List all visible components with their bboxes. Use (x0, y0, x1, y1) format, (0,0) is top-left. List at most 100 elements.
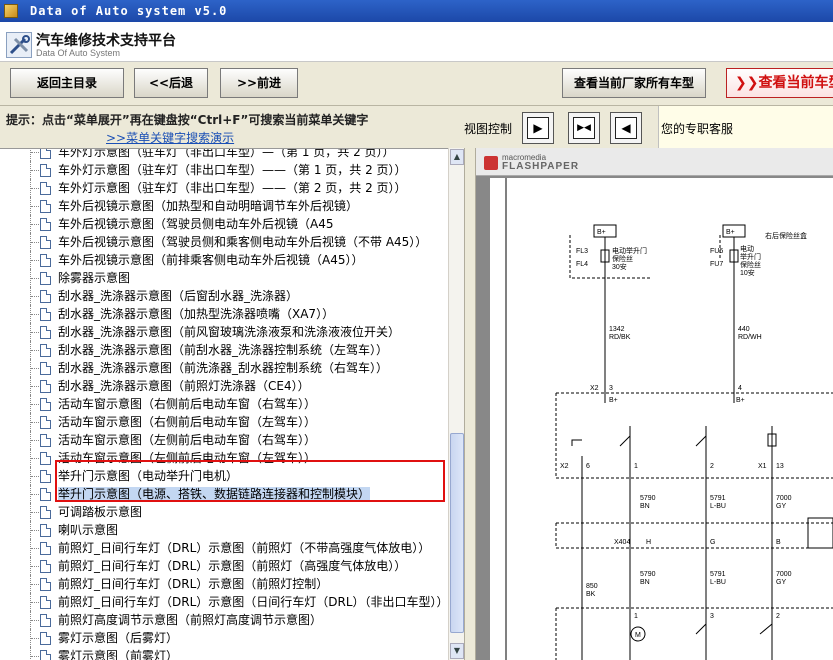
tree-scrollbar[interactable]: ▲ ▼ (448, 148, 464, 660)
forward-button[interactable]: >>前进 (220, 68, 298, 98)
pane-splitter[interactable] (464, 148, 476, 660)
tree-item[interactable]: 喇叭示意图 (0, 521, 448, 539)
document-icon (40, 254, 51, 267)
tree-item[interactable]: 活动车窗示意图（右侧前后电动车窗（左驾车）） (0, 413, 448, 431)
svg-text:RD/WH: RD/WH (738, 334, 762, 341)
svg-text:L-BU: L-BU (710, 579, 726, 586)
tree-item[interactable]: 车外后视镜示意图（驾驶员侧电动车外后视镜（A45 (0, 215, 448, 233)
search-demo-link[interactable]: >>菜单关键字搜索演示 (106, 129, 234, 146)
tools-logo-icon (6, 32, 32, 58)
tree-item-label: 刮水器_洗涤器示意图（前风窗玻璃洗涤液泵和洗涤液液位开关） (58, 325, 401, 339)
tree-item[interactable]: 刮水器_洗涤器示意图（前照灯洗涤器（CE4）） (0, 377, 448, 395)
tree-item-label: 车外灯示意图（驻车灯（非出口车型）—（第 1 页，共 2 页）） (58, 148, 395, 159)
flashpaper-logo-icon (484, 156, 498, 170)
tree-line (31, 152, 39, 153)
tree-item[interactable]: 前照灯_日间行车灯（DRL）示意图（日间行车灯（DRL）（非出口车型）） (0, 593, 449, 611)
split-view-button[interactable]: ▶◀ (568, 112, 600, 144)
document-icon (40, 218, 51, 231)
view-current-model-label: 查看当前车型 (758, 75, 833, 91)
svg-text:6: 6 (586, 463, 590, 470)
tree-line (31, 584, 39, 585)
document-icon (40, 416, 51, 429)
tree-line (31, 386, 39, 387)
view-current-model-button[interactable]: ❯❯查看当前车型 (726, 68, 833, 98)
svg-text:B+: B+ (609, 397, 618, 404)
tree-line (31, 260, 39, 261)
svg-text:2: 2 (776, 613, 780, 620)
tree-item[interactable]: 车外后视镜示意图（驾驶员侧和乘客侧电动车外后视镜（不带 A45）） (0, 233, 448, 251)
document-icon (40, 578, 51, 591)
tree-item[interactable]: 刮水器_洗涤器示意图（前刮水器_洗涤器控制系统（左驾车）） (0, 341, 448, 359)
back-to-main-button[interactable]: 返回主目录 (10, 68, 124, 98)
tree-item[interactable]: 活动车窗示意图（右侧前后电动车窗（右驾车）） (0, 395, 448, 413)
tree-item[interactable]: 车外后视镜示意图（前排乘客侧电动车外后视镜（A45）） (0, 251, 448, 269)
tree-item[interactable]: 前照灯_日间行车灯（DRL）示意图（前照灯（不带高强度气体放电）） (0, 539, 448, 557)
svg-text:举升门: 举升门 (740, 252, 761, 261)
app-subtitle: Data Of Auto System (36, 48, 121, 58)
tree-item-label: 雾灯示意图（前雾灯） (58, 649, 179, 660)
tree-item-label: 可调踏板示意图 (58, 505, 143, 519)
tree-item[interactable]: 除雾器示意图 (0, 269, 448, 287)
expand-left-button[interactable]: ◀ (610, 112, 642, 144)
svg-text:G: G (710, 539, 715, 546)
tree-item[interactable]: 雾灯示意图（后雾灯） (0, 629, 448, 647)
document-icon (40, 452, 51, 465)
tree-item-label: 刮水器_洗涤器示意图（前刮水器_洗涤器控制系统（左驾车）） (58, 343, 389, 357)
tree-line (31, 296, 39, 297)
svg-text:保险丝: 保险丝 (740, 260, 761, 269)
tree-item[interactable]: 刮水器_洗涤器示意图（加热型洗涤器喷嘴（XA7）） (0, 305, 448, 323)
svg-text:FL4: FL4 (576, 261, 588, 268)
view-control-label: 视图控制 (464, 122, 513, 136)
tree-item[interactable]: 活动车窗示意图（左侧前后电动车窗（右驾车）） (0, 431, 448, 449)
back-button[interactable]: <<后退 (134, 68, 208, 98)
tree-item[interactable]: 刮水器_洗涤器示意图（前洗涤器_刮水器控制系统（右驾车）） (0, 359, 448, 377)
svg-text:4: 4 (738, 385, 742, 392)
arrow-right-icon: ▶ (527, 117, 549, 139)
tree-item[interactable]: 前照灯_日间行车灯（DRL）示意图（前照灯控制） (0, 575, 448, 593)
tree-item[interactable]: 刮水器_洗涤器示意图（后窗刮水器_洗涤器） (0, 287, 448, 305)
tree-line (30, 647, 31, 660)
tree-line (31, 656, 39, 657)
document-icon (40, 164, 51, 177)
scroll-thumb[interactable] (450, 433, 464, 633)
svg-text:850: 850 (586, 583, 598, 590)
expand-right-button[interactable]: ▶ (522, 112, 554, 144)
svg-text:10安: 10安 (740, 268, 755, 277)
svg-text:L-BU: L-BU (710, 503, 726, 510)
tree-item-label: 前照灯_日间行车灯（DRL）示意图（日间行车灯（DRL）（非出口车型）） (58, 595, 449, 609)
scroll-down-icon[interactable]: ▼ (450, 643, 464, 659)
tree-item[interactable]: 前照灯_日间行车灯（DRL）示意图（前照灯（高强度气体放电）） (0, 557, 448, 575)
search-tip: 提示：点击“菜单展开”再在键盘按“Ctrl+F”可搜索当前菜单关键字 (6, 113, 369, 127)
tree-item[interactable]: 雾灯示意图（前雾灯） (0, 647, 448, 660)
document-icon (40, 182, 51, 195)
arrow-left-icon: ◀ (615, 117, 637, 139)
view-all-models-button[interactable]: 查看当前厂家所有车型 (562, 68, 706, 98)
tree-line (31, 548, 39, 549)
tip-bar: 提示：点击“菜单展开”再在键盘按“Ctrl+F”可搜索当前菜单关键字 >>菜单关… (0, 106, 460, 148)
tree-line (31, 332, 39, 333)
tree-item[interactable]: 车外后视镜示意图（加热型和自动明暗调节车外后视镜） (0, 197, 448, 215)
svg-text:GY: GY (776, 579, 786, 586)
support-panel: 您的专职客服 (658, 106, 833, 148)
document-icon (40, 560, 51, 573)
wiring-diagram: B+ B+ FL3 FL4 电动举升门 保险丝 30安 FU6 FU7 电动 举… (505, 178, 833, 660)
tree-line (31, 224, 39, 225)
document-icon (40, 149, 51, 159)
tree-item[interactable]: 车外灯示意图（驻车灯（非出口车型）——（第 2 页，共 2 页）） (0, 179, 448, 197)
tree-line (31, 404, 39, 405)
tree-line (31, 206, 39, 207)
window-title: Data of Auto system v5.0 (30, 4, 228, 18)
document-icon (40, 506, 51, 519)
document-viewer: macromedia FLASHPAPER B+ B+ FL3 FL4 电动举升… (476, 148, 833, 660)
document-icon (40, 272, 51, 285)
document-icon (40, 362, 51, 375)
scroll-up-icon[interactable]: ▲ (450, 149, 464, 165)
document-icon (40, 290, 51, 303)
tree-item[interactable]: 刮水器_洗涤器示意图（前风窗玻璃洗涤液泵和洗涤液液位开关） (0, 323, 448, 341)
tree-item[interactable]: 可调踏板示意图 (0, 503, 448, 521)
tree-item[interactable]: 前照灯高度调节示意图（前照灯高度调节示意图） (0, 611, 448, 629)
svg-text:BK: BK (586, 591, 596, 598)
svg-text:30安: 30安 (612, 262, 627, 271)
tree-item[interactable]: 车外灯示意图（驻车灯（非出口车型）—（第 1 页，共 2 页）） (0, 148, 448, 161)
tree-item[interactable]: 车外灯示意图（驻车灯（非出口车型）——（第 1 页，共 2 页）） (0, 161, 448, 179)
